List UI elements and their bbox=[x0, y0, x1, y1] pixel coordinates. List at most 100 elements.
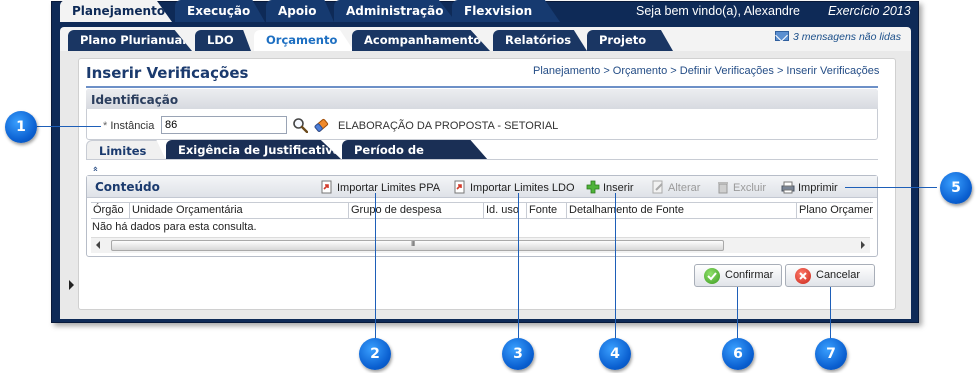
callout-leader bbox=[375, 193, 376, 341]
top-tab-label: Planejamento bbox=[72, 4, 166, 18]
imprimir-button[interactable]: Imprimir bbox=[781, 180, 838, 194]
sub-tab-plano-plurianual[interactable]: Plano Plurianual bbox=[68, 30, 192, 51]
page-title: Inserir Verificações bbox=[86, 64, 249, 82]
top-tab-execucao[interactable]: Execução bbox=[175, 0, 265, 22]
sub-tab-relatorios[interactable]: Relatórios bbox=[493, 30, 587, 51]
search-icon[interactable] bbox=[292, 117, 308, 133]
callout-7: 7 bbox=[815, 338, 847, 370]
column-header[interactable]: Plano Orçamer bbox=[797, 203, 873, 218]
import-document-icon bbox=[321, 180, 332, 194]
welcome-text: Seja bem vindo(a), Alexandre bbox=[636, 4, 800, 18]
scroll-grip: III bbox=[411, 240, 415, 248]
tab-periodo-captacao[interactable]: Período de Captação bbox=[342, 140, 488, 160]
sub-tab-label: Acompanhamento bbox=[364, 33, 482, 47]
plus-icon bbox=[586, 180, 600, 194]
tab-label: Limites bbox=[99, 144, 147, 158]
column-header[interactable]: Órgão bbox=[91, 203, 130, 218]
instancia-label-text: Instância bbox=[110, 120, 155, 132]
grid-title: Conteúdo bbox=[95, 180, 160, 194]
inserir-button[interactable]: Inserir bbox=[586, 180, 634, 194]
identificacao-title: Identificação bbox=[91, 93, 179, 107]
top-tab-label: Execução bbox=[187, 4, 251, 18]
messages-text: 3 mensagens não lidas bbox=[793, 31, 901, 43]
cancelar-button[interactable]: Cancelar bbox=[785, 264, 875, 287]
scroll-thumb[interactable] bbox=[111, 240, 724, 251]
callout-2: 2 bbox=[359, 338, 391, 370]
alterar-button[interactable]: Alterar bbox=[651, 180, 700, 194]
sub-tab-orcamento[interactable]: Orçamento bbox=[254, 30, 354, 51]
sub-tab-projeto[interactable]: Projeto bbox=[587, 30, 673, 51]
sub-tab-label: LDO bbox=[207, 33, 234, 47]
grid-header-bottom-line bbox=[91, 218, 873, 219]
instancia-description: ELABORAÇÃO DA PROPOSTA - SETORIAL bbox=[338, 120, 559, 132]
importar-ppa-label: Importar Limites PPA bbox=[337, 182, 441, 194]
cancel-icon bbox=[795, 268, 811, 284]
top-tab-label: Flexvision bbox=[464, 4, 533, 18]
check-icon bbox=[704, 268, 720, 284]
callout-1: 1 bbox=[5, 111, 37, 143]
required-marker: * bbox=[103, 120, 108, 132]
column-header[interactable]: Detalhamento de Fonte bbox=[567, 203, 797, 218]
imprimir-label: Imprimir bbox=[798, 182, 838, 194]
printer-icon bbox=[781, 181, 795, 194]
top-tab-label: Apoio bbox=[278, 4, 317, 18]
breadcrumb[interactable]: Planejamento > Orçamento > Definir Verif… bbox=[533, 65, 879, 77]
cancelar-label: Cancelar bbox=[816, 269, 861, 281]
confirmar-label: Confirmar bbox=[725, 269, 774, 281]
callout-6: 6 bbox=[722, 338, 754, 370]
messages-link[interactable]: 3 mensagens não lidas bbox=[775, 31, 901, 43]
excluir-label: Excluir bbox=[733, 182, 767, 194]
column-header[interactable]: Unidade Orçamentária bbox=[130, 203, 349, 218]
excluir-button[interactable]: Excluir bbox=[716, 180, 766, 194]
callout-3: 3 bbox=[502, 338, 534, 370]
top-tab-apoio[interactable]: Apoio bbox=[266, 0, 334, 22]
tab-label: Exigência de Justificativa bbox=[178, 143, 341, 157]
instancia-input[interactable] bbox=[161, 116, 287, 134]
column-header[interactable]: Grupo de despesa bbox=[349, 203, 484, 218]
top-tab-planejamento[interactable]: Planejamento bbox=[60, 0, 172, 22]
importar-ppa-button[interactable]: Importar Limites PPA bbox=[320, 180, 440, 194]
callout-leader bbox=[615, 193, 616, 341]
trash-icon bbox=[718, 182, 728, 194]
callout-leader bbox=[830, 287, 831, 341]
scroll-right-icon[interactable] bbox=[861, 241, 865, 249]
empty-message: Não há dados para esta consulta. bbox=[92, 221, 257, 233]
column-header[interactable]: Id. uso bbox=[484, 203, 527, 218]
side-expand-icon[interactable] bbox=[69, 280, 74, 290]
horizontal-scrollbar[interactable]: III bbox=[91, 237, 870, 253]
callout-leader bbox=[518, 193, 519, 341]
sub-tab-ldo[interactable]: LDO bbox=[195, 30, 251, 51]
column-header[interactable]: Fonte bbox=[527, 203, 567, 218]
importar-ldo-button[interactable]: Importar Limites LDO bbox=[453, 180, 575, 194]
tab-limites[interactable]: Limites bbox=[86, 140, 166, 160]
instancia-label: * Instância bbox=[103, 120, 154, 132]
tab-exigencia-justificativa[interactable]: Exigência de Justificativa bbox=[166, 140, 342, 160]
sub-tab-label: Plano Plurianual bbox=[80, 33, 187, 47]
importar-ldo-label: Importar Limites LDO bbox=[470, 182, 575, 194]
callout-leader bbox=[737, 287, 738, 341]
screenshot-stage: Planejamento Execução Apoio Administraçã… bbox=[0, 0, 978, 373]
callout-5: 5 bbox=[940, 172, 972, 204]
exercicio-year[interactable]: Exercício 2013 bbox=[828, 4, 911, 18]
callout-leader bbox=[37, 126, 101, 127]
title-divider bbox=[86, 86, 878, 88]
callout-leader bbox=[845, 187, 937, 188]
identificacao-header bbox=[86, 89, 878, 109]
alterar-label: Alterar bbox=[668, 182, 701, 194]
inserir-label: Inserir bbox=[603, 182, 634, 194]
scroll-left-icon[interactable] bbox=[96, 241, 100, 249]
top-tab-flexvision[interactable]: Flexvision bbox=[452, 0, 560, 22]
envelope-icon bbox=[775, 31, 789, 41]
collapse-icon[interactable]: » bbox=[91, 166, 101, 172]
top-tab-administracao[interactable]: Administração bbox=[334, 0, 456, 22]
eraser-icon[interactable] bbox=[313, 117, 329, 133]
sub-tab-label: Orçamento bbox=[266, 33, 338, 47]
tabs-divider bbox=[86, 159, 878, 160]
edit-icon bbox=[652, 180, 663, 194]
sub-tab-label: Relatórios bbox=[505, 33, 572, 47]
top-tab-label: Administração bbox=[346, 4, 444, 18]
confirmar-button[interactable]: Confirmar bbox=[694, 264, 782, 287]
import-document-icon bbox=[454, 180, 465, 194]
sub-tab-acompanhamento[interactable]: Acompanhamento bbox=[352, 30, 490, 51]
sub-tab-label: Projeto bbox=[599, 33, 647, 47]
